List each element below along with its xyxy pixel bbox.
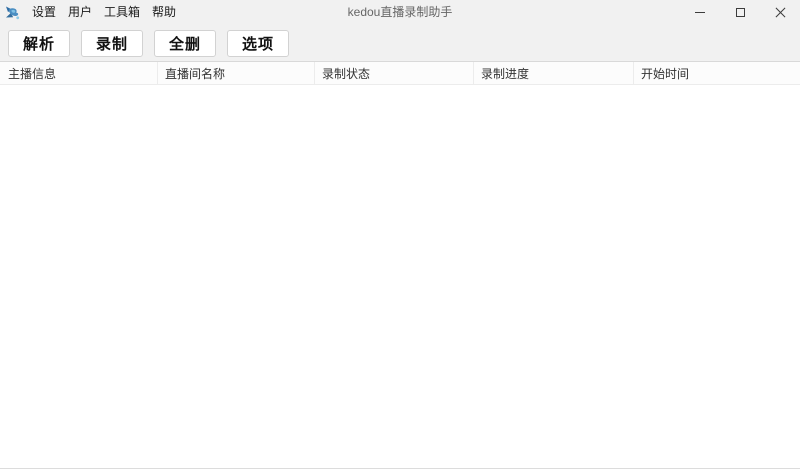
close-button[interactable] [760,0,800,25]
column-header-start-time[interactable]: 开始时间 [633,62,800,84]
window-controls [680,0,800,25]
app-window: 设置 用户 工具箱 帮助 kedou直播录制助手 解析 录制 全删 选项 主播信… [0,0,800,469]
titlebar: 设置 用户 工具箱 帮助 kedou直播录制助手 [0,0,800,25]
maximize-button[interactable] [720,0,760,25]
list-body-empty [0,85,800,468]
menubar: 设置 用户 工具箱 帮助 [26,0,182,25]
stream-list: 主播信息 直播间名称 录制状态 录制进度 开始时间 [0,62,800,468]
column-header-record-progress[interactable]: 录制进度 [473,62,633,84]
column-header-streamer-info[interactable]: 主播信息 [0,62,157,84]
close-icon [775,7,786,18]
menu-item-toolbox[interactable]: 工具箱 [98,0,146,25]
record-button[interactable]: 录制 [81,29,143,57]
minimize-icon [695,12,705,13]
list-header-row: 主播信息 直播间名称 录制状态 录制进度 开始时间 [0,62,800,85]
minimize-button[interactable] [680,0,720,25]
maximize-icon [735,8,745,17]
column-header-record-status[interactable]: 录制状态 [314,62,473,84]
delete-all-button[interactable]: 全删 [154,29,216,57]
parse-button[interactable]: 解析 [8,29,70,57]
app-logo-icon [5,5,21,21]
menu-item-help[interactable]: 帮助 [146,0,182,25]
menu-item-settings[interactable]: 设置 [26,0,62,25]
menu-item-user[interactable]: 用户 [62,0,98,25]
options-button[interactable]: 选项 [227,29,289,57]
column-header-room-name[interactable]: 直播间名称 [157,62,314,84]
toolbar: 解析 录制 全删 选项 [0,25,800,62]
